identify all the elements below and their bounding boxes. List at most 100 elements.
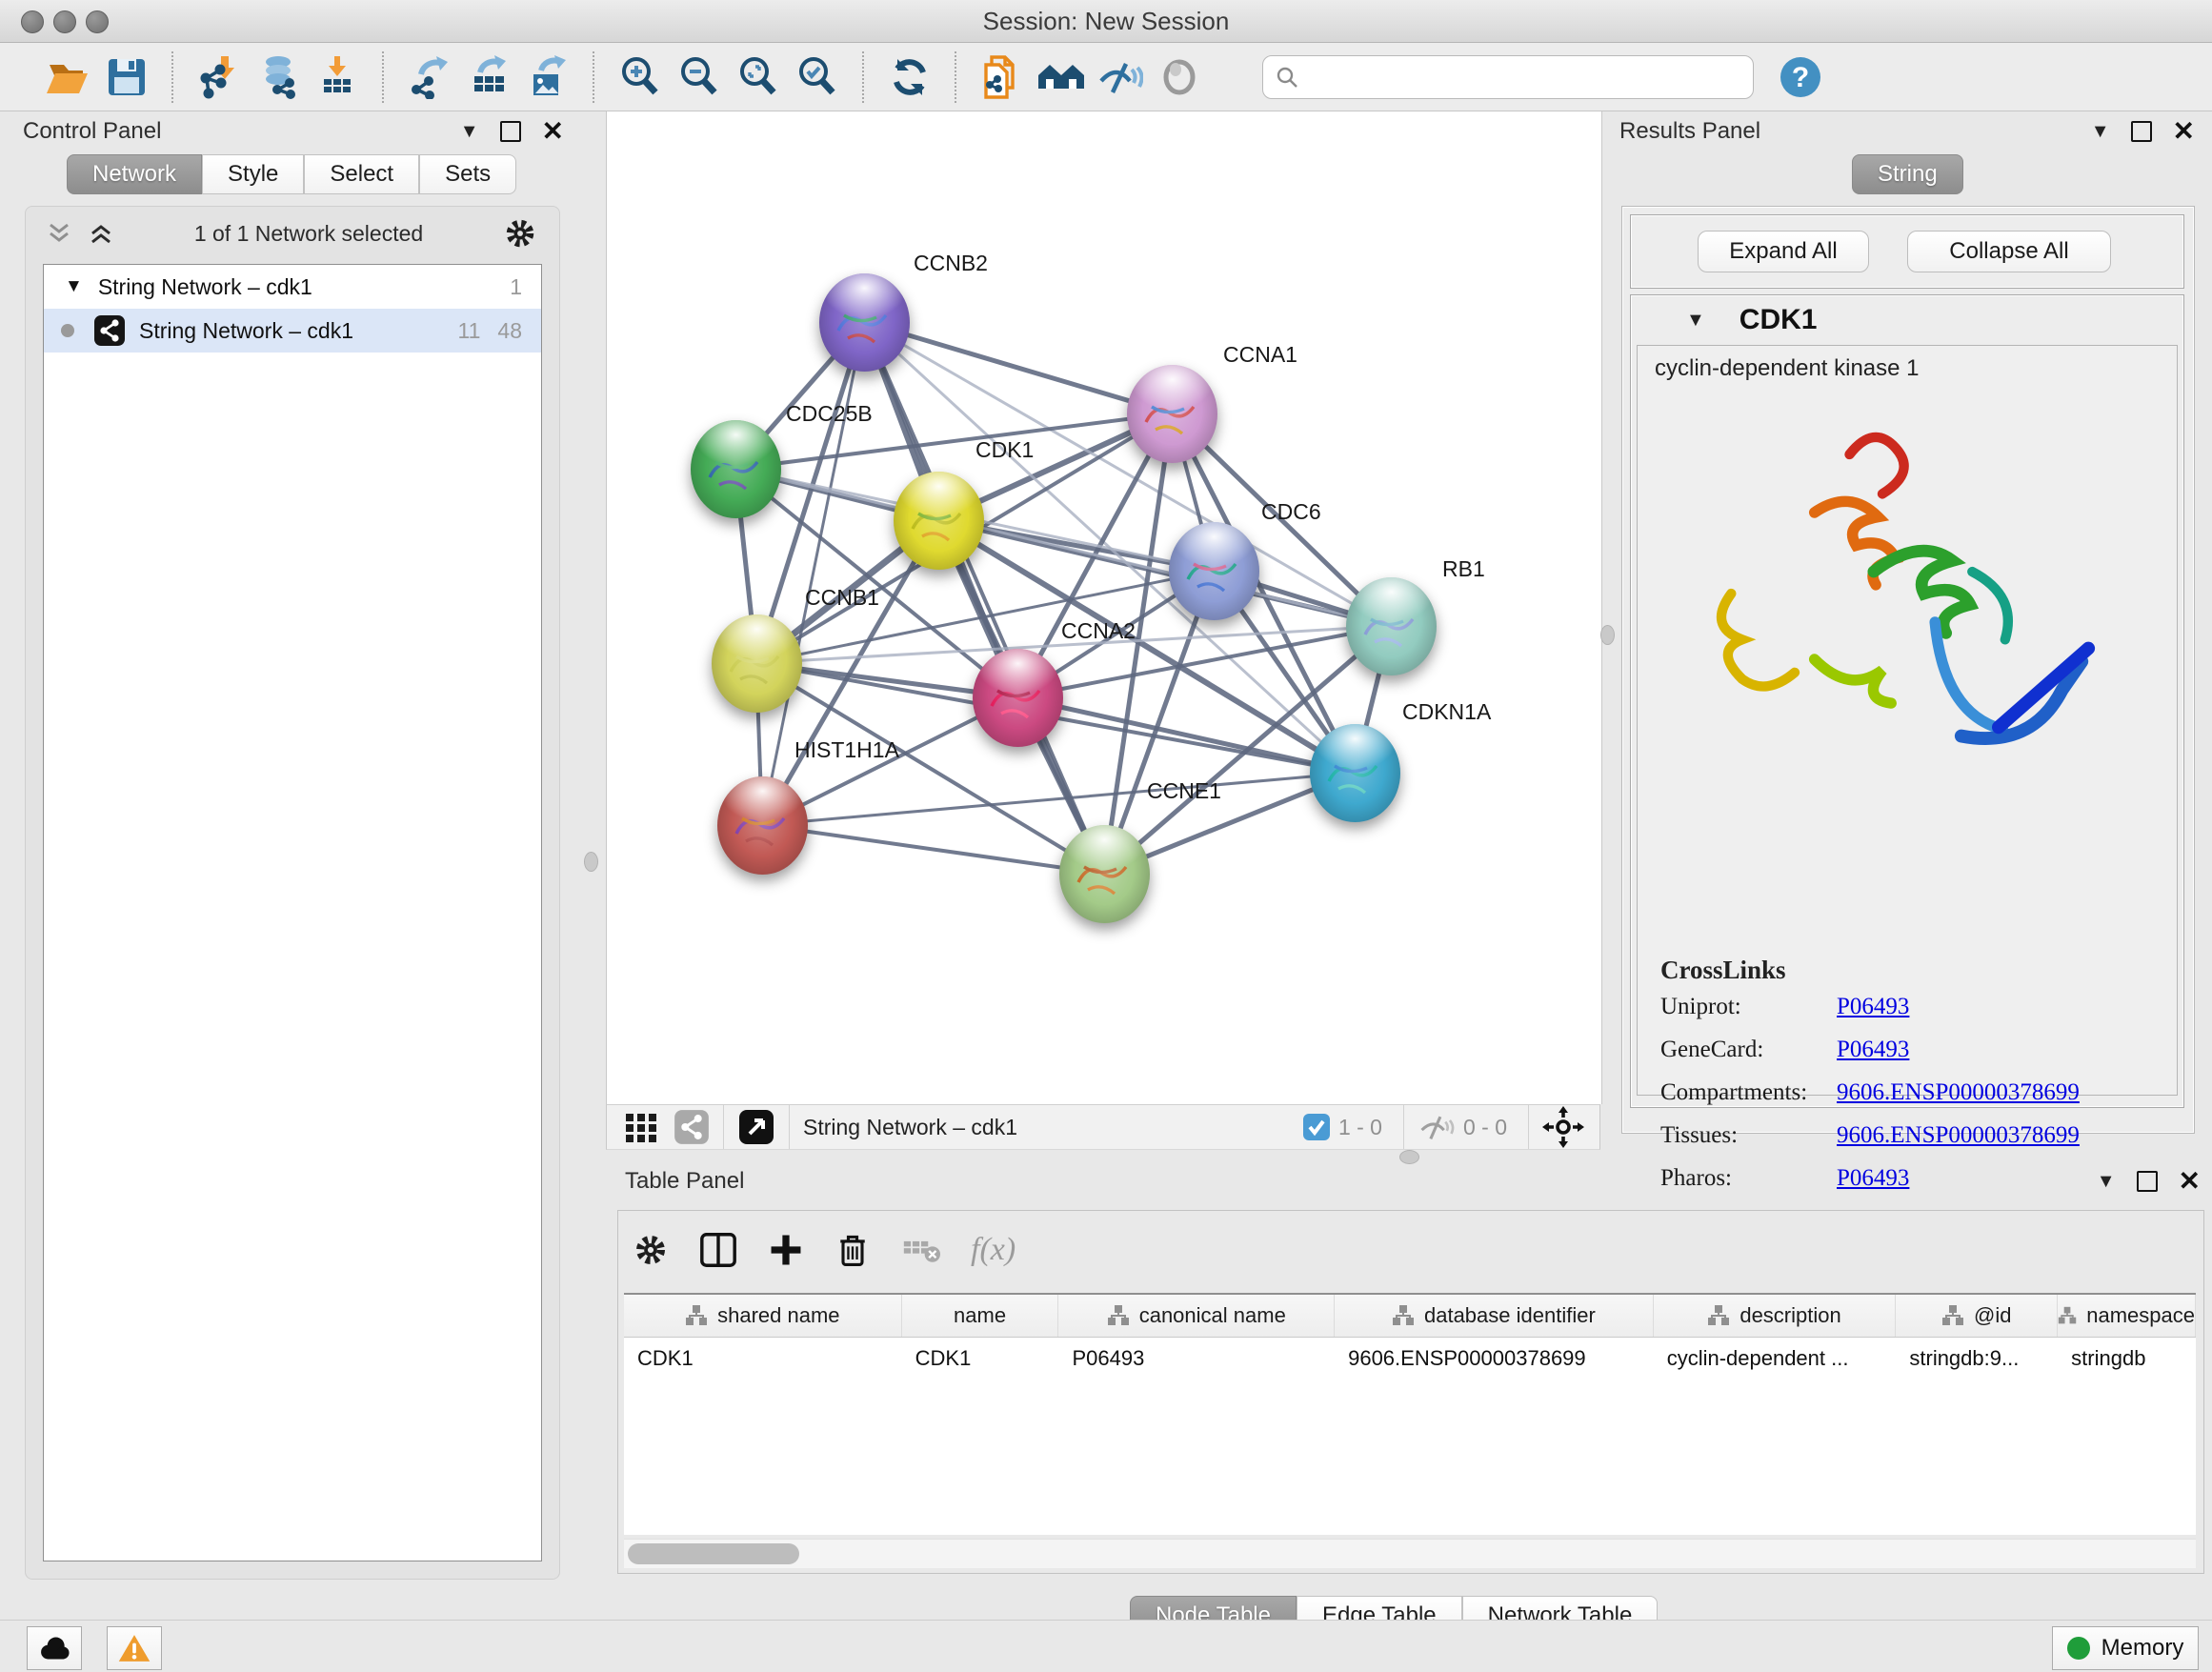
column-header--id[interactable]: @id	[1896, 1295, 2058, 1337]
toolbar-separator	[382, 51, 385, 103]
table-cell[interactable]: CDK1	[902, 1338, 1059, 1380]
table-cell[interactable]: cyclin-dependent ...	[1654, 1338, 1897, 1380]
left-splitter-handle[interactable]	[584, 852, 598, 872]
crosslink-value-link[interactable]: 9606.ENSP00000378699	[1837, 1079, 2080, 1106]
network-options-gear-icon[interactable]	[502, 215, 538, 252]
table-horizontal-scrollbar[interactable]	[624, 1539, 2196, 1568]
home-button[interactable]	[1032, 50, 1091, 104]
control-panel-float-button[interactable]	[500, 121, 521, 142]
node-CCNE1[interactable]	[1059, 825, 1150, 923]
node-CDK1[interactable]	[894, 472, 984, 570]
column-header-description[interactable]: description	[1654, 1295, 1897, 1337]
node-CDKN1A[interactable]	[1310, 724, 1400, 822]
open-session-button[interactable]	[38, 50, 97, 104]
import-table-button[interactable]	[308, 50, 367, 104]
protein-section-caret[interactable]: ▼	[1686, 310, 1705, 332]
grid-view-icon[interactable]	[622, 1108, 660, 1146]
crosslink-value-link[interactable]: 9606.ENSP00000378699	[1837, 1122, 2080, 1149]
tab-network[interactable]: Network	[67, 154, 202, 194]
string-import-button[interactable]	[973, 50, 1032, 104]
refresh-button[interactable]	[880, 50, 939, 104]
table-cell[interactable]: 9606.ENSP00000378699	[1335, 1338, 1654, 1380]
column-header-name[interactable]: name	[902, 1295, 1059, 1337]
global-search-field[interactable]	[1262, 55, 1754, 99]
table-panel-close-button[interactable]: ✕	[2179, 1173, 2201, 1190]
node-CDC25B[interactable]	[691, 420, 781, 518]
node-CDC6[interactable]	[1169, 522, 1259, 620]
save-session-button[interactable]	[97, 50, 156, 104]
minimize-window-button[interactable]	[53, 10, 76, 33]
crosslink-value-link[interactable]: P06493	[1837, 994, 1909, 1020]
node-table[interactable]: shared namename canonical name database …	[624, 1293, 2196, 1535]
network-view-canvas[interactable]: CCNB2CCNA1CDC25BCDK1CDC6RB1CCNB1CCNA2CDK…	[606, 111, 1602, 1104]
eye-slash-icon	[1097, 56, 1143, 98]
zoom-out-button[interactable]	[670, 50, 729, 104]
show-panel-button[interactable]	[1150, 50, 1209, 104]
scrollbar-thumb[interactable]	[628, 1543, 799, 1564]
close-window-button[interactable]	[21, 10, 44, 33]
help-button[interactable]: ?	[1771, 50, 1830, 104]
node-CCNB2[interactable]	[819, 273, 910, 372]
column-header-canonical-name[interactable]: canonical name	[1058, 1295, 1335, 1337]
zoom-window-button[interactable]	[86, 10, 109, 33]
node-RB1[interactable]	[1346, 577, 1437, 675]
expand-all-button[interactable]: Expand All	[1698, 231, 1869, 272]
node-CCNA1[interactable]	[1127, 365, 1217, 463]
table-panel-menu-caret[interactable]: ▼	[2097, 1171, 2116, 1193]
bottom-splitter-handle[interactable]	[1399, 1150, 1419, 1164]
tab-select[interactable]: Select	[304, 154, 419, 194]
node-CCNA2[interactable]	[973, 649, 1063, 747]
import-network-from-database-button[interactable]	[249, 50, 308, 104]
results-panel-menu-caret[interactable]: ▼	[2091, 121, 2110, 143]
cloud-status-button[interactable]	[27, 1626, 82, 1670]
table-panel-float-button[interactable]	[2137, 1171, 2158, 1192]
control-panel-menu-caret[interactable]: ▼	[460, 121, 479, 143]
collapse-all-button[interactable]: Collapse All	[1907, 231, 2111, 272]
column-header-shared-name[interactable]: shared name	[624, 1295, 902, 1337]
table-cell[interactable]: stringdb	[2058, 1338, 2196, 1380]
export-network-button[interactable]	[400, 50, 459, 104]
show-columns-icon[interactable]	[698, 1230, 738, 1270]
export-image-button[interactable]	[518, 50, 577, 104]
expand-all-icon[interactable]	[87, 219, 115, 248]
pan-crosshair-icon[interactable]	[1542, 1106, 1584, 1148]
results-panel-float-button[interactable]	[2131, 121, 2152, 142]
tab-string[interactable]: String	[1852, 154, 1963, 194]
delete-column-icon[interactable]	[834, 1231, 872, 1269]
zoom-in-button[interactable]	[611, 50, 670, 104]
network-collection-row[interactable]: ▼ String Network – cdk1 1	[44, 265, 541, 309]
selected-checkbox-icon[interactable]	[1302, 1113, 1331, 1141]
node-HIST1H1A[interactable]	[717, 776, 808, 875]
control-panel-close-button[interactable]: ✕	[542, 123, 564, 140]
add-column-icon[interactable]	[767, 1231, 805, 1269]
zoom-selected-button[interactable]	[788, 50, 847, 104]
tab-style[interactable]: Style	[202, 154, 304, 194]
collapse-all-icon[interactable]	[45, 219, 73, 248]
hide-panel-button[interactable]	[1091, 50, 1150, 104]
warnings-button[interactable]	[107, 1626, 162, 1670]
protein-section: ▼ CDK1 cyclin-dependent kinase 1	[1630, 294, 2184, 1108]
search-input[interactable]	[1299, 64, 1741, 91]
memory-button[interactable]: Memory	[2052, 1626, 2199, 1670]
crosslink-value-link[interactable]: P06493	[1837, 1037, 1909, 1063]
column-header-database-identifier[interactable]: database identifier	[1335, 1295, 1654, 1337]
node-CCNB1[interactable]	[712, 614, 802, 713]
network-view-share-icon[interactable]	[674, 1109, 710, 1145]
tree-expander-caret[interactable]: ▼	[65, 276, 83, 297]
node-label-CDK1: CDK1	[975, 437, 1034, 463]
zoom-fit-button[interactable]	[729, 50, 788, 104]
results-panel-title: Results Panel	[1619, 118, 1760, 145]
export-table-button[interactable]	[459, 50, 518, 104]
collection-count: 1	[510, 274, 522, 300]
table-row[interactable]: CDK1CDK1P064939606.ENSP00000378699cyclin…	[624, 1338, 2196, 1380]
column-header-namespace[interactable]: namespace	[2058, 1295, 2196, 1337]
tab-sets[interactable]: Sets	[419, 154, 516, 194]
table-options-gear-icon[interactable]	[632, 1231, 670, 1269]
import-network-button[interactable]	[190, 50, 249, 104]
open-in-window-icon[interactable]	[737, 1108, 775, 1146]
results-panel-close-button[interactable]: ✕	[2173, 123, 2195, 140]
table-cell[interactable]: P06493	[1058, 1338, 1335, 1380]
network-row-selected[interactable]: String Network – cdk1 11 48	[44, 309, 541, 353]
table-cell[interactable]: CDK1	[624, 1338, 902, 1380]
table-cell[interactable]: stringdb:9...	[1896, 1338, 2058, 1380]
